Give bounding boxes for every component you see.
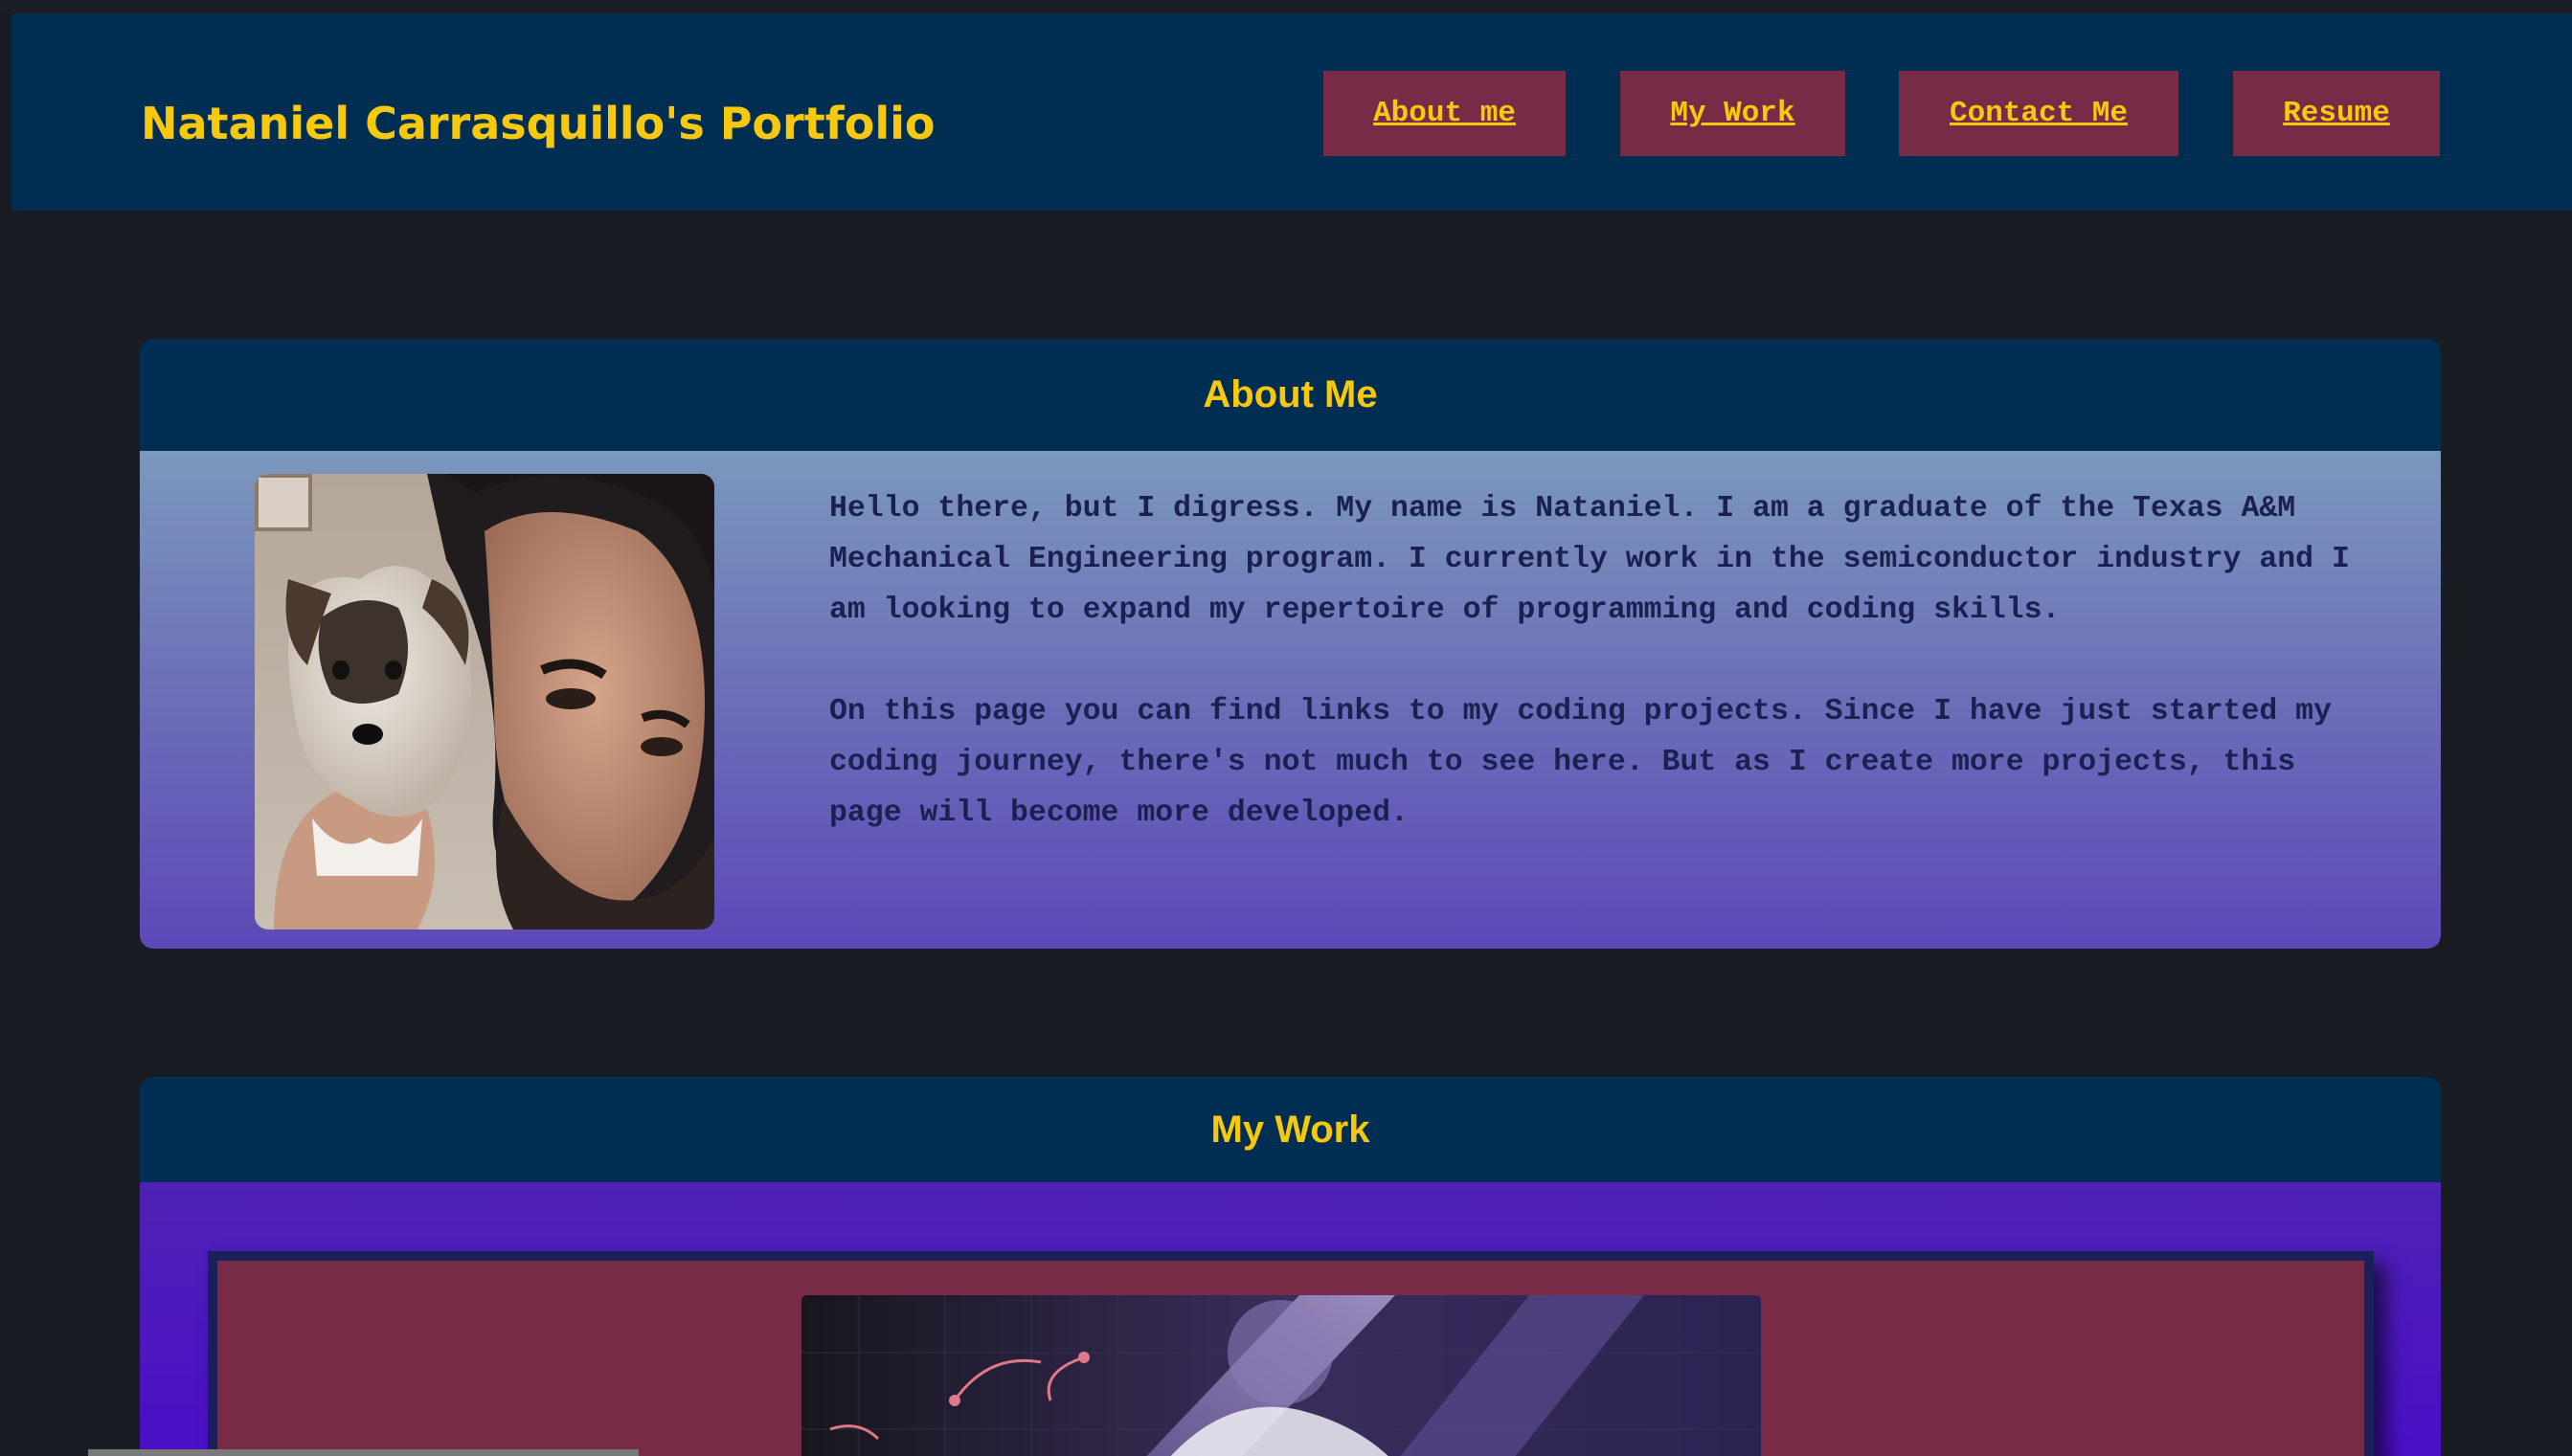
nav-about-me-button[interactable]: About me: [1323, 71, 1566, 156]
about-paragraph-2: On this page you can find links to my co…: [829, 695, 2332, 830]
nav-contact-me-button[interactable]: Contact Me: [1899, 71, 2178, 156]
project-card[interactable]: [208, 1251, 2374, 1456]
my-work-body: [140, 1182, 2441, 1456]
about-text: Hello there, but I digress. My name is N…: [829, 483, 2361, 839]
about-header: About Me: [140, 339, 2441, 451]
my-work-header: My Work: [140, 1077, 2441, 1182]
about-section: About Me Hello there, but I digress. My …: [140, 339, 2441, 949]
horizontal-scrollbar[interactable]: [88, 1449, 639, 1456]
my-work-section: My Work: [140, 1077, 2441, 1456]
top-edge: [0, 0, 2572, 13]
about-heading: About Me: [1203, 373, 1378, 415]
project-thumbnail[interactable]: [801, 1295, 1761, 1456]
nav-resume-button[interactable]: Resume: [2233, 71, 2440, 156]
my-work-heading: My Work: [1210, 1108, 1370, 1151]
profile-photo: [255, 474, 714, 930]
site-title: Nataniel Carrasquillo's Portfolio: [141, 98, 936, 149]
about-body: Hello there, but I digress. My name is N…: [140, 451, 2441, 949]
nav-my-work-button[interactable]: My Work: [1620, 71, 1845, 156]
site-header: Nataniel Carrasquillo's Portfolio About …: [11, 13, 2572, 211]
about-paragraph-1: Hello there, but I digress. My name is N…: [829, 492, 2350, 627]
